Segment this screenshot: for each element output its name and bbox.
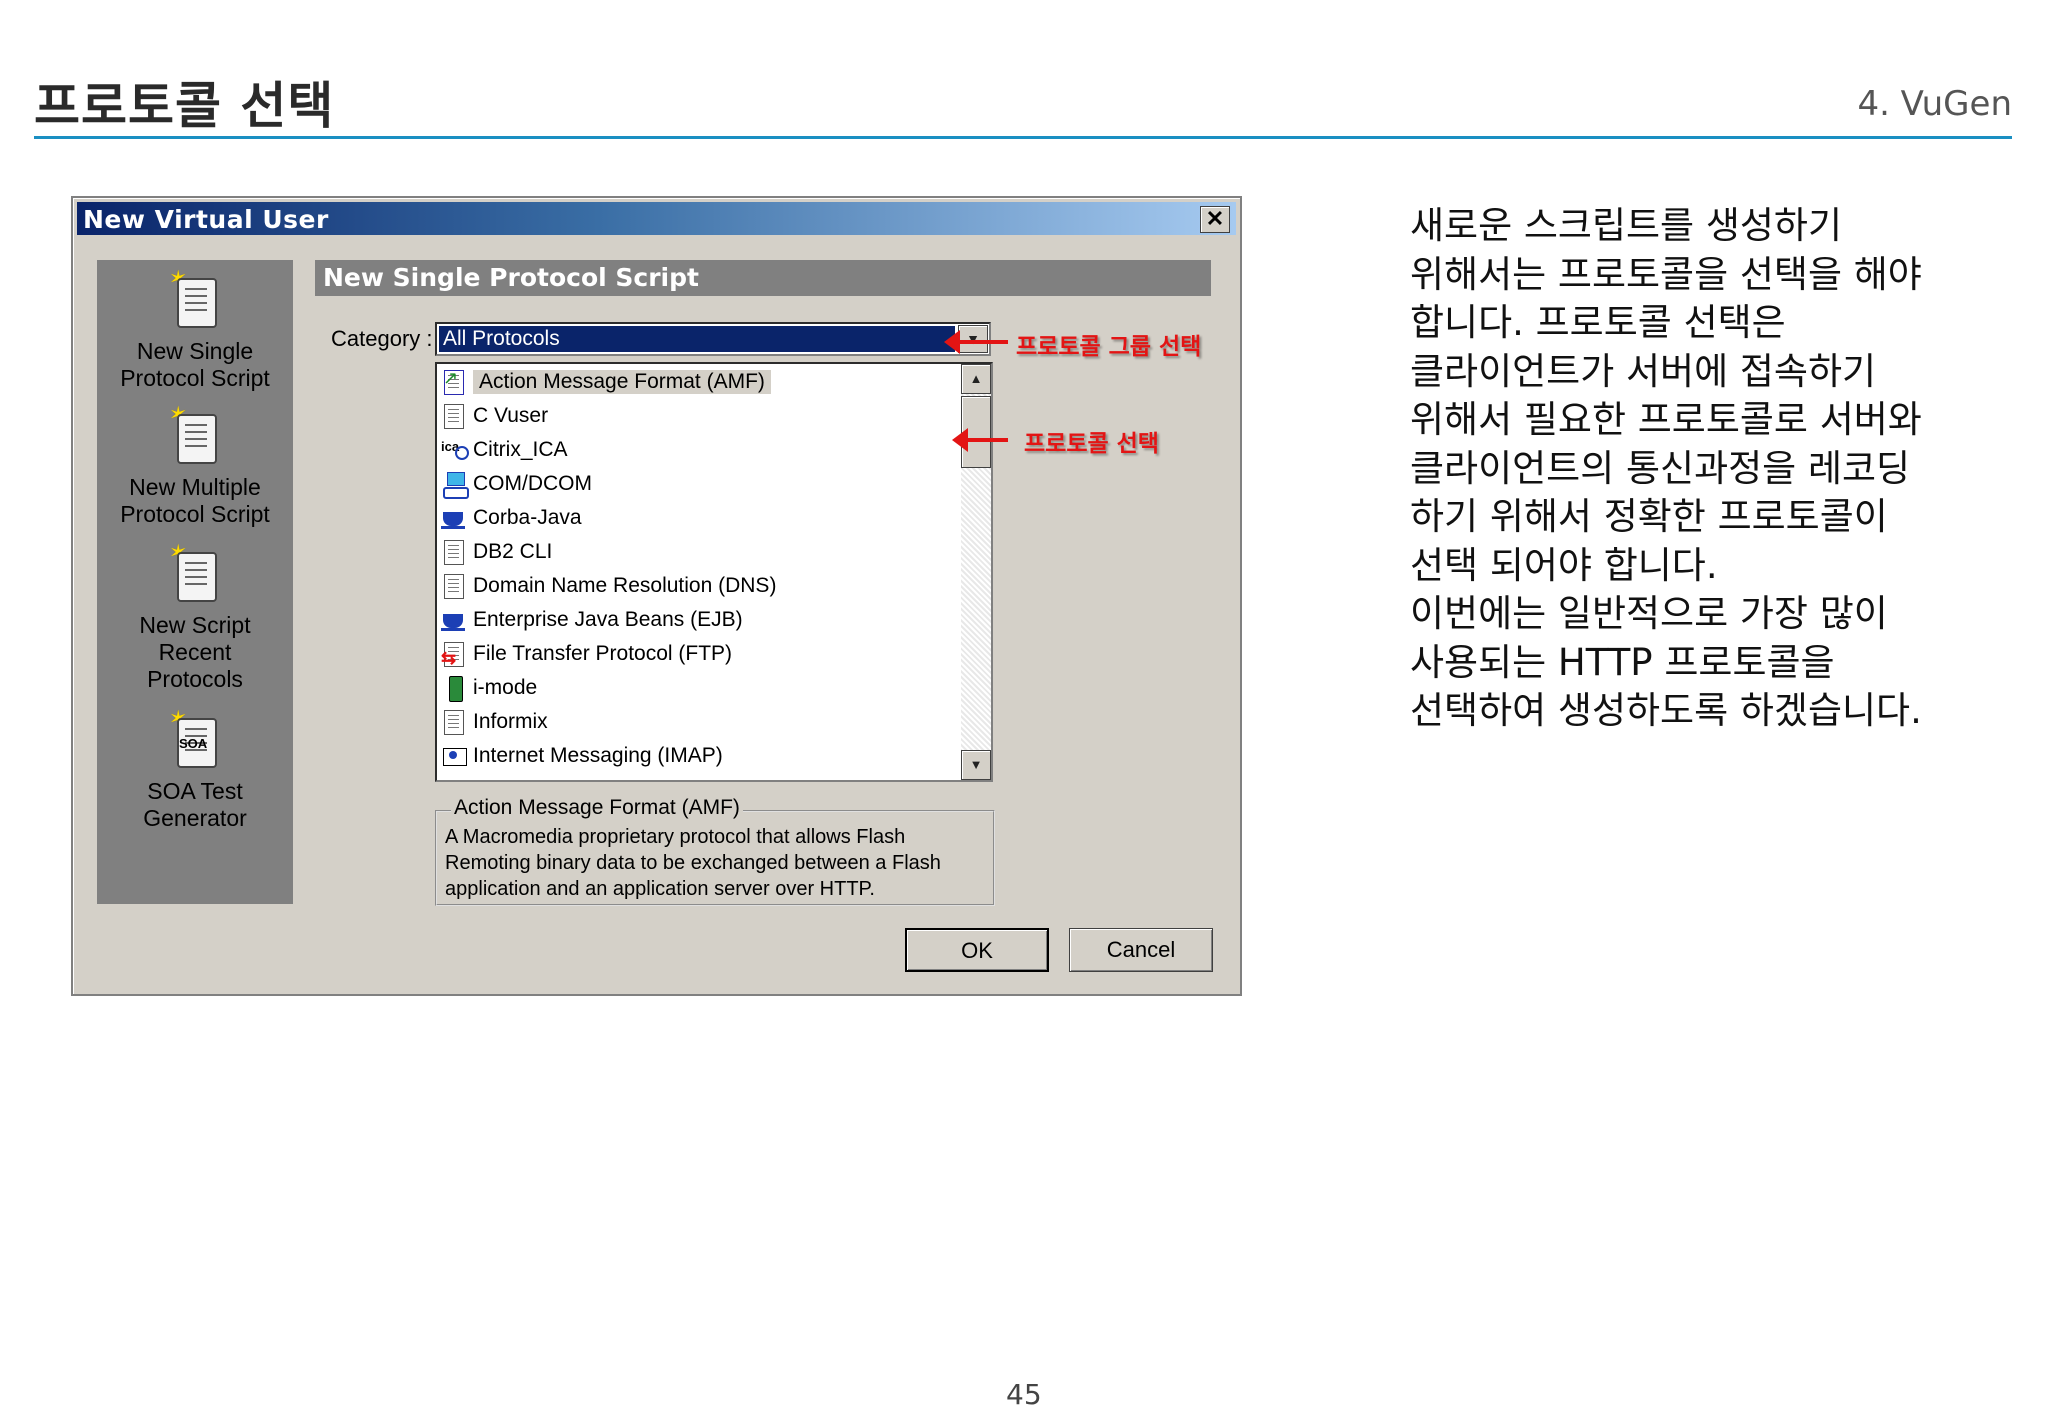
ftp-transfer-icon: ⇆ xyxy=(441,640,467,668)
java-cup-icon xyxy=(441,606,467,634)
category-select[interactable]: All Protocols ▼ xyxy=(435,322,991,356)
description-line: 클라이언트가 서버에 접속하기 xyxy=(1410,349,1877,393)
description-line: 하기 위해서 정확한 프로토콜이 xyxy=(1410,495,1888,538)
amf-chart-icon: ↗ xyxy=(441,368,467,396)
protocol-description-group: Action Message Format (AMF) A Macromedia… xyxy=(435,796,995,906)
description-line: 위해서 필요한 프로토콜로 서버와 xyxy=(1410,398,1922,441)
document-icon xyxy=(441,708,467,736)
slide-section: 4. VuGen xyxy=(1857,84,2012,124)
description-text: A Macromedia proprietary protocol that a… xyxy=(445,826,941,900)
description-line: 새로운 스크립트를 생성하기 xyxy=(1410,204,1843,247)
title-rule xyxy=(34,136,2012,139)
protocol-item-imap[interactable]: Internet Messaging (IMAP) xyxy=(441,740,723,772)
list-scrollbar[interactable]: ▲ ▼ xyxy=(961,364,991,780)
annotation-arrow-icon xyxy=(944,330,1008,354)
recent-protocols-icon: ✶ xyxy=(167,542,223,604)
protocol-item-amf[interactable]: ↗ Action Message Format (AMF) xyxy=(441,366,771,398)
protocol-item-citrix-ica[interactable]: ica Citrix_ICA xyxy=(441,434,568,466)
description-line: 이번에는 일반적으로 가장 많이 xyxy=(1410,592,1888,635)
protocol-list[interactable]: ↗ Action Message Format (AMF) C Vuser ic… xyxy=(435,362,993,782)
mobile-phone-icon xyxy=(441,674,467,702)
chevron-down-icon[interactable]: ▼ xyxy=(958,325,988,353)
dialog-title: New Virtual User xyxy=(83,205,329,234)
annotation-arrow-icon xyxy=(952,428,1008,452)
protocol-item-dns[interactable]: Domain Name Resolution (DNS) xyxy=(441,570,776,602)
document-icon xyxy=(441,402,467,430)
protocol-item-db2-cli[interactable]: DB2 CLI xyxy=(441,536,552,568)
description-block: 새로운 스크립트를 생성하기 위해서는 프로토콜을 선택을 해야 합니다. 프로… xyxy=(1410,202,2010,736)
new-multiple-script-icon: ✶ xyxy=(167,404,223,466)
citrix-ica-icon: ica xyxy=(441,436,469,464)
annotation-group-select: 프로토콜 그룹 선택 xyxy=(1016,334,1202,360)
panel-header: New Single Protocol Script xyxy=(315,260,1211,296)
protocol-item-com-dcom[interactable]: COM/DCOM xyxy=(441,468,592,500)
protocol-item-ejb[interactable]: Enterprise Java Beans (EJB) xyxy=(441,604,743,636)
protocol-item-corba-java[interactable]: Corba-Java xyxy=(441,502,582,534)
protocol-item-informix[interactable]: Informix xyxy=(441,706,548,738)
annotation-protocol-select: 프로토콜 선택 xyxy=(1024,431,1159,457)
document-icon xyxy=(441,572,467,600)
scroll-down-icon[interactable]: ▼ xyxy=(961,750,991,780)
cancel-button[interactable]: Cancel xyxy=(1069,928,1213,972)
new-script-recent-protocols-button[interactable]: ✶ New Script Recent Protocols xyxy=(97,542,293,693)
description-legend: Action Message Format (AMF) xyxy=(451,796,743,820)
new-single-script-icon: ✶ xyxy=(167,268,223,330)
new-virtual-user-dialog: New Virtual User ✕ ✶ New Single Protocol… xyxy=(71,196,1242,996)
document-icon xyxy=(441,538,467,566)
soa-generator-icon: ✶SOA xyxy=(167,708,223,770)
protocol-item-c-vuser[interactable]: C Vuser xyxy=(441,400,548,432)
page-number: 45 xyxy=(1006,1378,1042,1411)
category-label: Category : xyxy=(331,326,433,351)
description-line: 위해서는 프로토콜을 선택을 해야 xyxy=(1410,252,1922,296)
description-line: 합니다. 프로토콜 선택은 xyxy=(1410,301,1786,344)
protocol-item-ftp[interactable]: ⇆ File Transfer Protocol (FTP) xyxy=(441,638,732,670)
soa-test-generator-button[interactable]: ✶SOA SOA Test Generator xyxy=(97,708,293,832)
category-value: All Protocols xyxy=(439,326,955,352)
new-multiple-protocol-script-button[interactable]: ✶ New Multiple Protocol Script xyxy=(97,404,293,528)
new-single-protocol-script-button[interactable]: ✶ New Single Protocol Script xyxy=(97,268,293,392)
description-line: 클라이언트의 통신과정을 레코딩 xyxy=(1410,446,1911,490)
script-type-panel: ✶ New Single Protocol Script ✶ New Multi… xyxy=(97,260,293,904)
description-line: 선택 되어야 합니다. xyxy=(1410,543,1718,587)
java-cup-icon xyxy=(441,504,467,532)
protocol-item-i-mode[interactable]: i-mode xyxy=(441,672,537,704)
com-dcom-icon xyxy=(441,470,469,499)
description-line: 선택하여 생성하도록 하겠습니다. xyxy=(1410,689,1922,732)
scroll-up-icon[interactable]: ▲ xyxy=(961,364,991,394)
dialog-titlebar[interactable]: New Virtual User ✕ xyxy=(77,202,1236,235)
ok-button[interactable]: OK xyxy=(905,928,1049,972)
imap-mail-icon xyxy=(441,742,467,770)
slide-title: 프로토콜 선택 xyxy=(34,77,335,135)
close-icon[interactable]: ✕ xyxy=(1200,206,1230,233)
description-line: 사용되는 HTTP 프로토콜을 xyxy=(1410,640,1835,684)
